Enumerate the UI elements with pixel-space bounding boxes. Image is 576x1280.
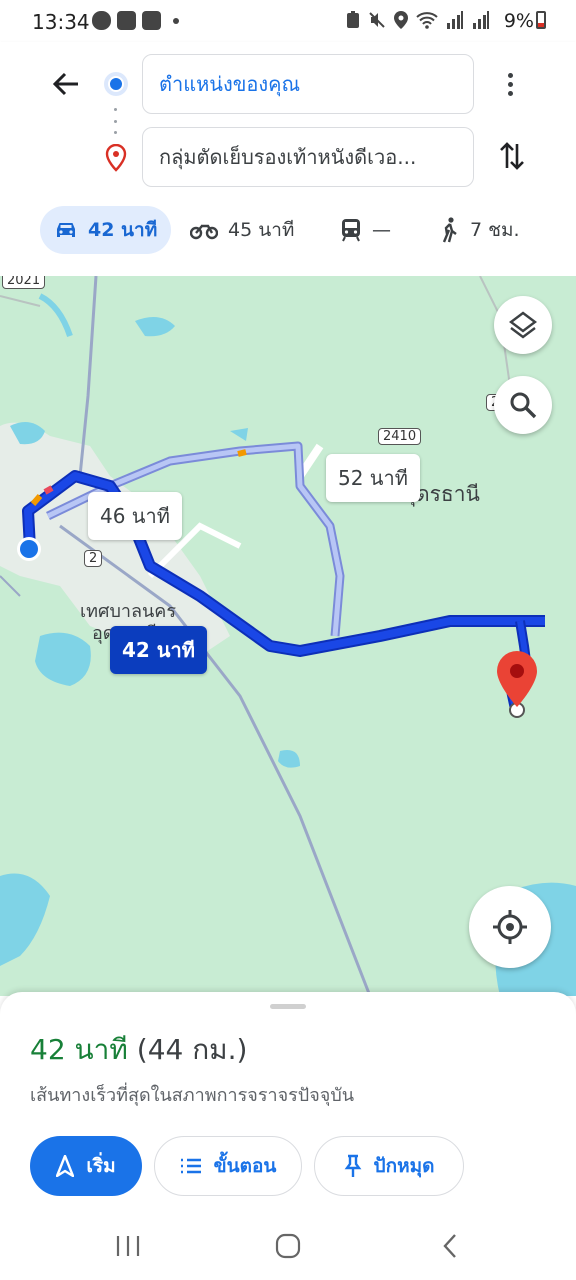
battery-saver-icon xyxy=(347,11,359,28)
mode-walk[interactable]: 7 ชม. xyxy=(440,206,520,254)
route-summary: 42 นาที (44 กม.) xyxy=(30,1028,247,1072)
mode-transit-label: — xyxy=(372,219,391,241)
layers-button[interactable] xyxy=(494,296,552,354)
swap-button[interactable] xyxy=(490,134,534,178)
status-bar: 13:34 9% xyxy=(0,0,576,42)
home-button[interactable] xyxy=(268,1230,308,1262)
route-note: เส้นทางเร็วที่สุดในสภาพการจราจรปัจจุบัน xyxy=(30,1085,355,1106)
signal-icon xyxy=(447,11,463,29)
search-map-button[interactable] xyxy=(494,376,552,434)
mode-motorcycle-label: 45 นาที xyxy=(228,219,295,241)
mute-icon xyxy=(369,12,385,28)
route-duration: 42 นาที xyxy=(30,1033,128,1066)
seven-eleven-icon xyxy=(117,11,136,30)
route-label-alt1[interactable]: 46 นาที xyxy=(88,492,182,540)
car-icon xyxy=(57,223,75,237)
directions-header: ตำแหน่งของคุณ กลุ่มตัดเย็บรองเท้าหนังดีเ… xyxy=(0,42,576,276)
dot-icon xyxy=(173,17,179,24)
road-shield-2021: 2021 xyxy=(2,276,46,289)
home-icon xyxy=(275,1233,301,1259)
mode-car[interactable]: 42 นาที xyxy=(40,206,172,254)
signal-icon xyxy=(473,11,489,29)
status-time: 13:34 xyxy=(32,10,90,34)
start-button-label: เริ่ม xyxy=(86,1155,116,1177)
map-view[interactable]: 2021 2410 2 2 เทศบาลนคร อุดรธานี ุดรธานี… xyxy=(0,276,576,996)
swap-vert-icon xyxy=(500,142,524,170)
route-distance: (44 กม.) xyxy=(136,1033,248,1066)
location-icon xyxy=(394,11,408,29)
voicemail-icon xyxy=(142,11,161,30)
back-arrow-icon xyxy=(52,72,78,96)
road-shield-2: 2 xyxy=(84,550,103,567)
search-icon xyxy=(510,392,537,419)
steps-button[interactable]: ขั้นตอน xyxy=(154,1136,302,1196)
route-summary-sheet: 42 นาที (44 กม.) เส้นทางเร็วที่สุดในสภาพ… xyxy=(0,992,576,1212)
system-nav-bar xyxy=(0,1212,576,1280)
travel-modes: 42 นาที 45 นาที — 7 ชม. xyxy=(0,202,576,254)
nav-back-button[interactable] xyxy=(430,1230,470,1262)
origin-field[interactable]: ตำแหน่งของคุณ xyxy=(142,54,474,114)
walk-icon xyxy=(442,217,457,243)
drag-handle[interactable] xyxy=(270,1004,306,1009)
pin-button-label: ปักหมุด xyxy=(373,1155,435,1177)
my-location-icon xyxy=(493,910,527,944)
list-icon xyxy=(180,1158,201,1174)
route-connector xyxy=(114,108,118,134)
route-label-primary[interactable]: 42 นาที xyxy=(110,626,207,674)
destination-field[interactable]: กลุ่มตัดเย็บรองเท้าหนังดีเวอ... xyxy=(142,127,474,187)
destination-pin-icon xyxy=(104,143,128,176)
route-label-alt2[interactable]: 52 นาที xyxy=(326,454,420,502)
my-location-button[interactable] xyxy=(469,886,551,968)
recents-icon xyxy=(116,1236,140,1256)
start-button[interactable]: เริ่ม xyxy=(30,1136,142,1196)
battery-percent: 9% xyxy=(503,10,534,32)
notification-icons xyxy=(92,11,179,30)
nav-back-icon xyxy=(443,1234,456,1258)
navigation-arrow-icon xyxy=(56,1155,75,1177)
pin-button[interactable]: ปักหมุด xyxy=(314,1136,464,1196)
battery-icon xyxy=(536,11,546,29)
province-label: ุดรธานี xyxy=(416,482,480,506)
map-canvas xyxy=(0,276,576,996)
more-options-button[interactable] xyxy=(492,62,528,106)
line-icon xyxy=(92,11,111,30)
mode-walk-label: 7 ชม. xyxy=(470,219,520,241)
recents-button[interactable] xyxy=(108,1230,148,1262)
layers-icon xyxy=(509,311,537,339)
wifi-icon xyxy=(416,12,438,29)
transit-icon xyxy=(342,219,360,242)
motorcycle-icon xyxy=(190,224,218,240)
origin-dot-icon xyxy=(104,72,128,96)
mode-motorcycle[interactable]: 45 นาที xyxy=(190,206,294,254)
back-button[interactable] xyxy=(44,64,88,104)
system-icons xyxy=(346,11,490,29)
road-shield-2410: 2410 xyxy=(378,428,422,445)
steps-button-label: ขั้นตอน xyxy=(213,1155,277,1177)
mode-car-label: 42 นาที xyxy=(88,219,158,241)
mode-transit[interactable]: — xyxy=(340,206,391,254)
pin-icon xyxy=(344,1154,361,1177)
